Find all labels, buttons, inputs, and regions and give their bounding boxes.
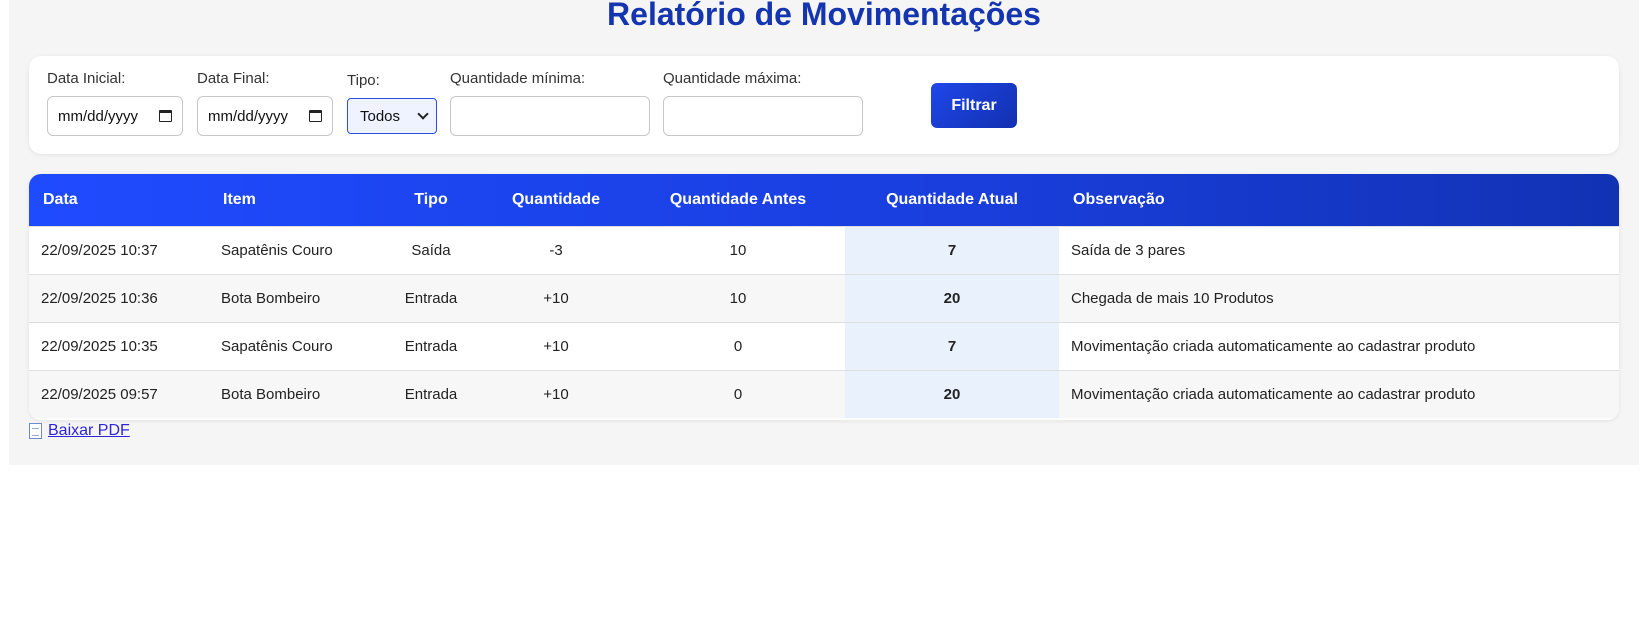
col-header-tipo: Tipo <box>414 190 448 208</box>
data-inicial-input[interactable]: mm/dd/yyyy <box>47 96 183 136</box>
table-row: 22/09/2025 10:37 Sapatênis Couro Saída -… <box>29 225 1619 274</box>
tipo-label: Tipo: <box>347 72 380 89</box>
tipo-select[interactable]: Todos <box>347 98 437 134</box>
col-header-quantidade-antes: Quantidade Antes <box>669 190 807 208</box>
filter-tipo: Tipo: Todos <box>347 72 437 142</box>
data-inicial-placeholder: mm/dd/yyyy <box>58 107 139 125</box>
cell-quantidade-antes: 0 <box>631 321 845 370</box>
cell-quantidade: -3 <box>481 225 631 274</box>
cell-quantidade: +10 <box>481 321 631 370</box>
movements-table-card: Data Item Tipo Quantidade Quantidade Ant… <box>29 174 1619 420</box>
qtd-min-input[interactable] <box>450 96 650 136</box>
cell-quantidade-atual: 20 <box>845 273 1059 322</box>
report-page: Relatório de Movimentações Data Inicial:… <box>9 0 1639 465</box>
cell-data: 22/09/2025 10:36 <box>29 273 209 322</box>
qtd-max-label: Quantidade máxima: <box>663 70 802 87</box>
page-title: Relatório de Movimentações <box>607 0 1041 32</box>
cell-tipo: Entrada <box>381 321 481 370</box>
cell-observacao: Saída de 3 pares <box>1059 225 1619 274</box>
col-header-quantidade-atual: Quantidade Atual <box>886 190 1018 208</box>
col-header-data: Data <box>43 190 78 208</box>
col-header-observacao: Observação <box>1073 190 1165 208</box>
chevron-down-icon <box>417 107 429 120</box>
cell-quantidade-antes: 10 <box>631 273 845 322</box>
cell-data: 22/09/2025 09:57 <box>29 369 209 418</box>
col-header-quantidade: Quantidade <box>511 190 600 208</box>
cell-item: Sapatênis Couro <box>209 225 381 274</box>
filter-qtd-max: Quantidade máxima: <box>663 70 863 140</box>
cell-quantidade: +10 <box>481 273 631 322</box>
cell-item: Sapatênis Couro <box>209 321 381 370</box>
cell-quantidade-atual: 7 <box>845 321 1059 370</box>
filter-form: Data Inicial: mm/dd/yyyy Data Final: mm/… <box>29 56 1619 154</box>
document-icon <box>29 423 42 439</box>
cell-quantidade-atual: 7 <box>845 225 1059 274</box>
cell-observacao: Movimentação criada automaticamente ao c… <box>1059 369 1619 418</box>
filter-qtd-min: Quantidade mínima: <box>450 70 650 140</box>
cell-tipo: Saída <box>381 225 481 274</box>
cell-quantidade-antes: 0 <box>631 369 845 418</box>
tipo-selected-value: Todos <box>360 107 401 125</box>
qtd-min-label: Quantidade mínima: <box>450 70 586 87</box>
download-pdf-link[interactable]: Baixar PDF <box>29 422 130 440</box>
cell-tipo: Entrada <box>381 369 481 418</box>
calendar-icon[interactable] <box>159 110 172 122</box>
cell-observacao: Movimentação criada automaticamente ao c… <box>1059 321 1619 370</box>
table-row: 22/09/2025 09:57 Bota Bombeiro Entrada +… <box>29 369 1619 418</box>
cell-item: Bota Bombeiro <box>209 369 381 418</box>
filter-data-inicial: Data Inicial: mm/dd/yyyy <box>47 70 183 140</box>
cell-data: 22/09/2025 10:35 <box>29 321 209 370</box>
cell-observacao: Chegada de mais 10 Produtos <box>1059 273 1619 322</box>
cell-item: Bota Bombeiro <box>209 273 381 322</box>
cell-quantidade: +10 <box>481 369 631 418</box>
data-final-input[interactable]: mm/dd/yyyy <box>197 96 333 136</box>
qtd-max-input[interactable] <box>663 96 863 136</box>
table-row: 22/09/2025 10:36 Bota Bombeiro Entrada +… <box>29 273 1619 322</box>
calendar-icon[interactable] <box>309 110 322 122</box>
download-pdf-label: Baixar PDF <box>48 422 130 439</box>
data-inicial-label: Data Inicial: <box>47 70 126 87</box>
cell-quantidade-atual: 20 <box>845 369 1059 418</box>
cell-tipo: Entrada <box>381 273 481 322</box>
col-header-item: Item <box>223 190 256 208</box>
cell-quantidade-antes: 10 <box>631 225 845 274</box>
cell-data: 22/09/2025 10:37 <box>29 225 209 274</box>
data-final-label: Data Final: <box>197 70 270 87</box>
filter-button[interactable]: Filtrar <box>931 83 1017 128</box>
filter-data-final: Data Final: mm/dd/yyyy <box>197 70 333 140</box>
table-row: 22/09/2025 10:35 Sapatênis Couro Entrada… <box>29 321 1619 370</box>
table-header-row: Data Item Tipo Quantidade Quantidade Ant… <box>29 174 1619 226</box>
data-final-placeholder: mm/dd/yyyy <box>208 107 289 125</box>
movements-table: Data Item Tipo Quantidade Quantidade Ant… <box>29 174 1619 418</box>
